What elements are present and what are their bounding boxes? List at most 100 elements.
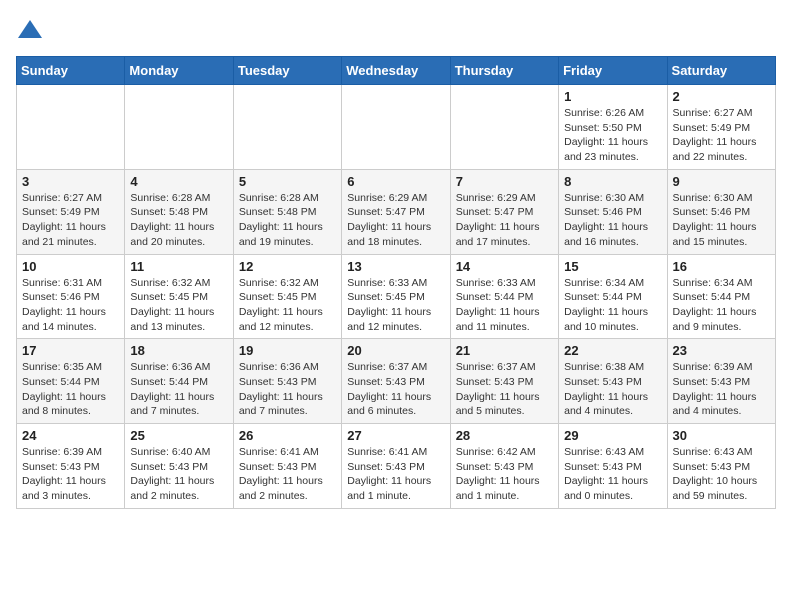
calendar-header-tuesday: Tuesday (233, 57, 341, 85)
logo (16, 16, 48, 44)
calendar-cell: 8 Sunrise: 6:30 AMSunset: 5:46 PMDaylight… (559, 169, 667, 254)
calendar-cell: 26 Sunrise: 6:41 AMSunset: 5:43 PMDayligh… (233, 424, 341, 509)
calendar-cell (342, 85, 450, 170)
page-header (16, 16, 776, 44)
calendar-cell: 19Sunrise: 6:36 AMSunset: 5:43 PMDayligh… (233, 339, 341, 424)
day-number: 27 (347, 428, 444, 443)
calendar-week-1: 1Sunrise: 6:26 AMSunset: 5:50 PMDaylight… (17, 85, 776, 170)
day-number: 8 (564, 174, 661, 189)
day-info: Sunrise: 6:43 AMSunset: 5:43 PMDaylight:… (673, 445, 770, 504)
calendar-cell: 5 Sunrise: 6:28 AMSunset: 5:48 PMDaylight… (233, 169, 341, 254)
day-info: Sunrise: 6:34 AMSunset: 5:44 PMDaylight:… (564, 276, 661, 335)
day-info: Sunrise: 6:41 AMSunset: 5:43 PMDaylight:… (239, 445, 336, 504)
calendar-cell: 27 Sunrise: 6:41 AMSunset: 5:43 PMDayligh… (342, 424, 450, 509)
day-number: 19 (239, 343, 336, 358)
day-info: Sunrise: 6:30 AMSunset: 5:46 PMDaylight:… (564, 191, 661, 250)
day-number: 24 (22, 428, 119, 443)
calendar-cell: 24 Sunrise: 6:39 AMSunset: 5:43 PMDayligh… (17, 424, 125, 509)
day-info: Sunrise: 6:28 AMSunset: 5:48 PMDaylight:… (130, 191, 227, 250)
day-info: Sunrise: 6:31 AMSunset: 5:46 PMDaylight:… (22, 276, 119, 335)
calendar-cell: 21Sunrise: 6:37 AMSunset: 5:43 PMDayligh… (450, 339, 558, 424)
day-info: Sunrise: 6:36 AMSunset: 5:44 PMDaylight:… (130, 360, 227, 419)
calendar-cell: 20Sunrise: 6:37 AMSunset: 5:43 PMDayligh… (342, 339, 450, 424)
day-info: Sunrise: 6:29 AMSunset: 5:47 PMDaylight:… (456, 191, 553, 250)
day-number: 5 (239, 174, 336, 189)
day-number: 6 (347, 174, 444, 189)
day-info: Sunrise: 6:35 AMSunset: 5:44 PMDaylight:… (22, 360, 119, 419)
day-number: 28 (456, 428, 553, 443)
calendar-cell: 30 Sunrise: 6:43 AMSunset: 5:43 PMDayligh… (667, 424, 775, 509)
day-info: Sunrise: 6:32 AMSunset: 5:45 PMDaylight:… (239, 276, 336, 335)
calendar-cell: 3 Sunrise: 6:27 AMSunset: 5:49 PMDaylight… (17, 169, 125, 254)
calendar-cell: 1Sunrise: 6:26 AMSunset: 5:50 PMDaylight… (559, 85, 667, 170)
day-number: 10 (22, 259, 119, 274)
day-number: 25 (130, 428, 227, 443)
calendar-header-thursday: Thursday (450, 57, 558, 85)
calendar-cell: 12 Sunrise: 6:32 AMSunset: 5:45 PMDayligh… (233, 254, 341, 339)
day-info: Sunrise: 6:39 AMSunset: 5:43 PMDaylight:… (673, 360, 770, 419)
calendar-cell: 14 Sunrise: 6:33 AMSunset: 5:44 PMDayligh… (450, 254, 558, 339)
calendar-cell: 7 Sunrise: 6:29 AMSunset: 5:47 PMDaylight… (450, 169, 558, 254)
calendar-cell: 23 Sunrise: 6:39 AMSunset: 5:43 PMDayligh… (667, 339, 775, 424)
day-number: 29 (564, 428, 661, 443)
calendar-week-2: 3 Sunrise: 6:27 AMSunset: 5:49 PMDaylight… (17, 169, 776, 254)
calendar-cell: 4 Sunrise: 6:28 AMSunset: 5:48 PMDaylight… (125, 169, 233, 254)
calendar-week-5: 24 Sunrise: 6:39 AMSunset: 5:43 PMDayligh… (17, 424, 776, 509)
day-info: Sunrise: 6:38 AMSunset: 5:43 PMDaylight:… (564, 360, 661, 419)
day-number: 11 (130, 259, 227, 274)
day-number: 22 (564, 343, 661, 358)
day-info: Sunrise: 6:32 AMSunset: 5:45 PMDaylight:… (130, 276, 227, 335)
day-number: 15 (564, 259, 661, 274)
calendar-cell: 18Sunrise: 6:36 AMSunset: 5:44 PMDayligh… (125, 339, 233, 424)
day-info: Sunrise: 6:41 AMSunset: 5:43 PMDaylight:… (347, 445, 444, 504)
calendar-header-row: SundayMondayTuesdayWednesdayThursdayFrid… (17, 57, 776, 85)
calendar-cell (450, 85, 558, 170)
day-info: Sunrise: 6:39 AMSunset: 5:43 PMDaylight:… (22, 445, 119, 504)
calendar-cell: 25 Sunrise: 6:40 AMSunset: 5:43 PMDayligh… (125, 424, 233, 509)
day-number: 30 (673, 428, 770, 443)
day-info: Sunrise: 6:34 AMSunset: 5:44 PMDaylight:… (673, 276, 770, 335)
day-number: 16 (673, 259, 770, 274)
day-number: 14 (456, 259, 553, 274)
calendar-cell: 2 Sunrise: 6:27 AMSunset: 5:49 PMDaylight… (667, 85, 775, 170)
day-info: Sunrise: 6:37 AMSunset: 5:43 PMDaylight:… (456, 360, 553, 419)
day-info: Sunrise: 6:29 AMSunset: 5:47 PMDaylight:… (347, 191, 444, 250)
day-info: Sunrise: 6:28 AMSunset: 5:48 PMDaylight:… (239, 191, 336, 250)
calendar-cell (17, 85, 125, 170)
day-info: Sunrise: 6:26 AMSunset: 5:50 PMDaylight:… (564, 106, 661, 165)
day-info: Sunrise: 6:33 AMSunset: 5:45 PMDaylight:… (347, 276, 444, 335)
calendar-header-monday: Monday (125, 57, 233, 85)
day-number: 13 (347, 259, 444, 274)
calendar-cell: 9Sunrise: 6:30 AMSunset: 5:46 PMDaylight… (667, 169, 775, 254)
calendar-cell: 16 Sunrise: 6:34 AMSunset: 5:44 PMDayligh… (667, 254, 775, 339)
calendar-table: SundayMondayTuesdayWednesdayThursdayFrid… (16, 56, 776, 509)
day-info: Sunrise: 6:43 AMSunset: 5:43 PMDaylight:… (564, 445, 661, 504)
calendar-week-3: 10 Sunrise: 6:31 AMSunset: 5:46 PMDayligh… (17, 254, 776, 339)
day-number: 2 (673, 89, 770, 104)
calendar-week-4: 17 Sunrise: 6:35 AMSunset: 5:44 PMDayligh… (17, 339, 776, 424)
calendar-cell: 13 Sunrise: 6:33 AMSunset: 5:45 PMDayligh… (342, 254, 450, 339)
day-info: Sunrise: 6:42 AMSunset: 5:43 PMDaylight:… (456, 445, 553, 504)
calendar-header-sunday: Sunday (17, 57, 125, 85)
day-number: 23 (673, 343, 770, 358)
calendar-cell: 11 Sunrise: 6:32 AMSunset: 5:45 PMDayligh… (125, 254, 233, 339)
day-number: 7 (456, 174, 553, 189)
day-info: Sunrise: 6:37 AMSunset: 5:43 PMDaylight:… (347, 360, 444, 419)
day-info: Sunrise: 6:27 AMSunset: 5:49 PMDaylight:… (673, 106, 770, 165)
day-info: Sunrise: 6:30 AMSunset: 5:46 PMDaylight:… (673, 191, 770, 250)
calendar-header-wednesday: Wednesday (342, 57, 450, 85)
calendar-cell: 29 Sunrise: 6:43 AMSunset: 5:43 PMDayligh… (559, 424, 667, 509)
calendar-cell: 10 Sunrise: 6:31 AMSunset: 5:46 PMDayligh… (17, 254, 125, 339)
day-number: 26 (239, 428, 336, 443)
day-number: 3 (22, 174, 119, 189)
day-number: 12 (239, 259, 336, 274)
day-info: Sunrise: 6:27 AMSunset: 5:49 PMDaylight:… (22, 191, 119, 250)
calendar-cell (233, 85, 341, 170)
calendar-cell (125, 85, 233, 170)
day-number: 17 (22, 343, 119, 358)
calendar-cell: 15 Sunrise: 6:34 AMSunset: 5:44 PMDayligh… (559, 254, 667, 339)
day-number: 4 (130, 174, 227, 189)
day-info: Sunrise: 6:33 AMSunset: 5:44 PMDaylight:… (456, 276, 553, 335)
day-info: Sunrise: 6:40 AMSunset: 5:43 PMDaylight:… (130, 445, 227, 504)
calendar-header-saturday: Saturday (667, 57, 775, 85)
